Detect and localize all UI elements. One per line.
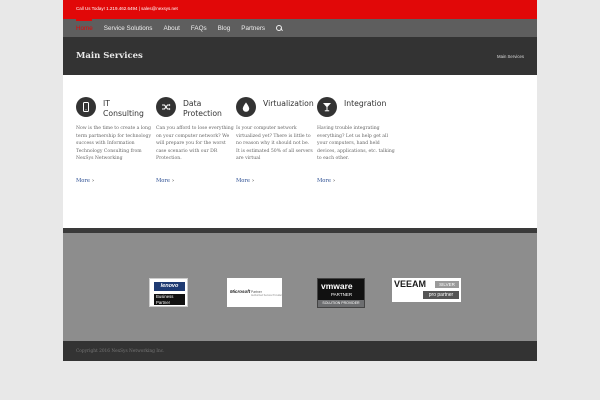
page: Call Us Today! 1.219.462.6494 | sales@ne… [63, 0, 537, 361]
nav-item-blog[interactable]: Blog [218, 25, 231, 32]
microsoft-partner-logo[interactable]: Microsoft Partner Authorized Service Pro… [227, 278, 282, 307]
search-icon[interactable] [276, 24, 283, 32]
tint-icon [236, 97, 256, 117]
more-link[interactable]: More › [156, 178, 174, 184]
nav-item-faqs[interactable]: FAQs [191, 25, 207, 32]
service-title: IT Consulting [103, 99, 144, 118]
service-title: Data Protection [183, 99, 222, 118]
copyright-text: Copyright 2016 NexSys Networking Inc. [76, 349, 165, 354]
partners-section: lenovo Business Partner Microsoft Partner… [63, 233, 537, 341]
page-title-bar: Main Services Main Services [63, 37, 537, 75]
page-title: Main Services [76, 51, 143, 61]
breadcrumb[interactable]: Main Services [497, 54, 524, 59]
top-bar: Call Us Today! 1.219.462.6494 | sales@ne… [63, 0, 537, 19]
nav-item-home[interactable]: Home [76, 25, 93, 32]
lenovo-partner-logo[interactable]: lenovo Business Partner [149, 278, 188, 307]
more-link[interactable]: More › [317, 178, 335, 184]
shuffle-icon [156, 97, 176, 117]
glass-icon [317, 97, 337, 117]
copyright-bar: Copyright 2016 NexSys Networking Inc. [63, 341, 537, 361]
service-description: Having trouble integrating everything? L… [317, 126, 395, 161]
more-link[interactable]: More › [236, 178, 254, 184]
service-description: Can you afford to lose everything on you… [156, 126, 234, 161]
contact-info[interactable]: Call Us Today! 1.219.462.6494 | sales@ne… [76, 6, 178, 11]
service-description: Now is the time to create a long term pa… [76, 126, 152, 161]
veeam-partner-logo[interactable]: VEEAM SILVER pro partner [392, 278, 461, 302]
nav-item-partners[interactable]: Partners [241, 25, 265, 32]
chevron-right-icon: › [333, 178, 336, 184]
mobile-icon [76, 97, 96, 117]
service-description: Is your computer network virtualized yet… [236, 126, 313, 161]
nav-item-about[interactable]: About [163, 25, 179, 32]
chevron-right-icon: › [252, 178, 255, 184]
more-link[interactable]: More › [76, 178, 94, 184]
services-section: IT Consulting Now is the time to create … [63, 75, 537, 228]
service-title: Virtualization [263, 99, 314, 108]
chevron-right-icon: › [172, 178, 175, 184]
nav-item-service-solutions[interactable]: Service Solutions [104, 25, 153, 32]
chevron-right-icon: › [92, 178, 95, 184]
main-nav: Home Service Solutions About FAQs Blog P… [63, 19, 537, 37]
service-title: Integration [344, 99, 387, 108]
vmware-partner-logo[interactable]: vmware PARTNER SOLUTION PROVIDER [317, 278, 365, 308]
